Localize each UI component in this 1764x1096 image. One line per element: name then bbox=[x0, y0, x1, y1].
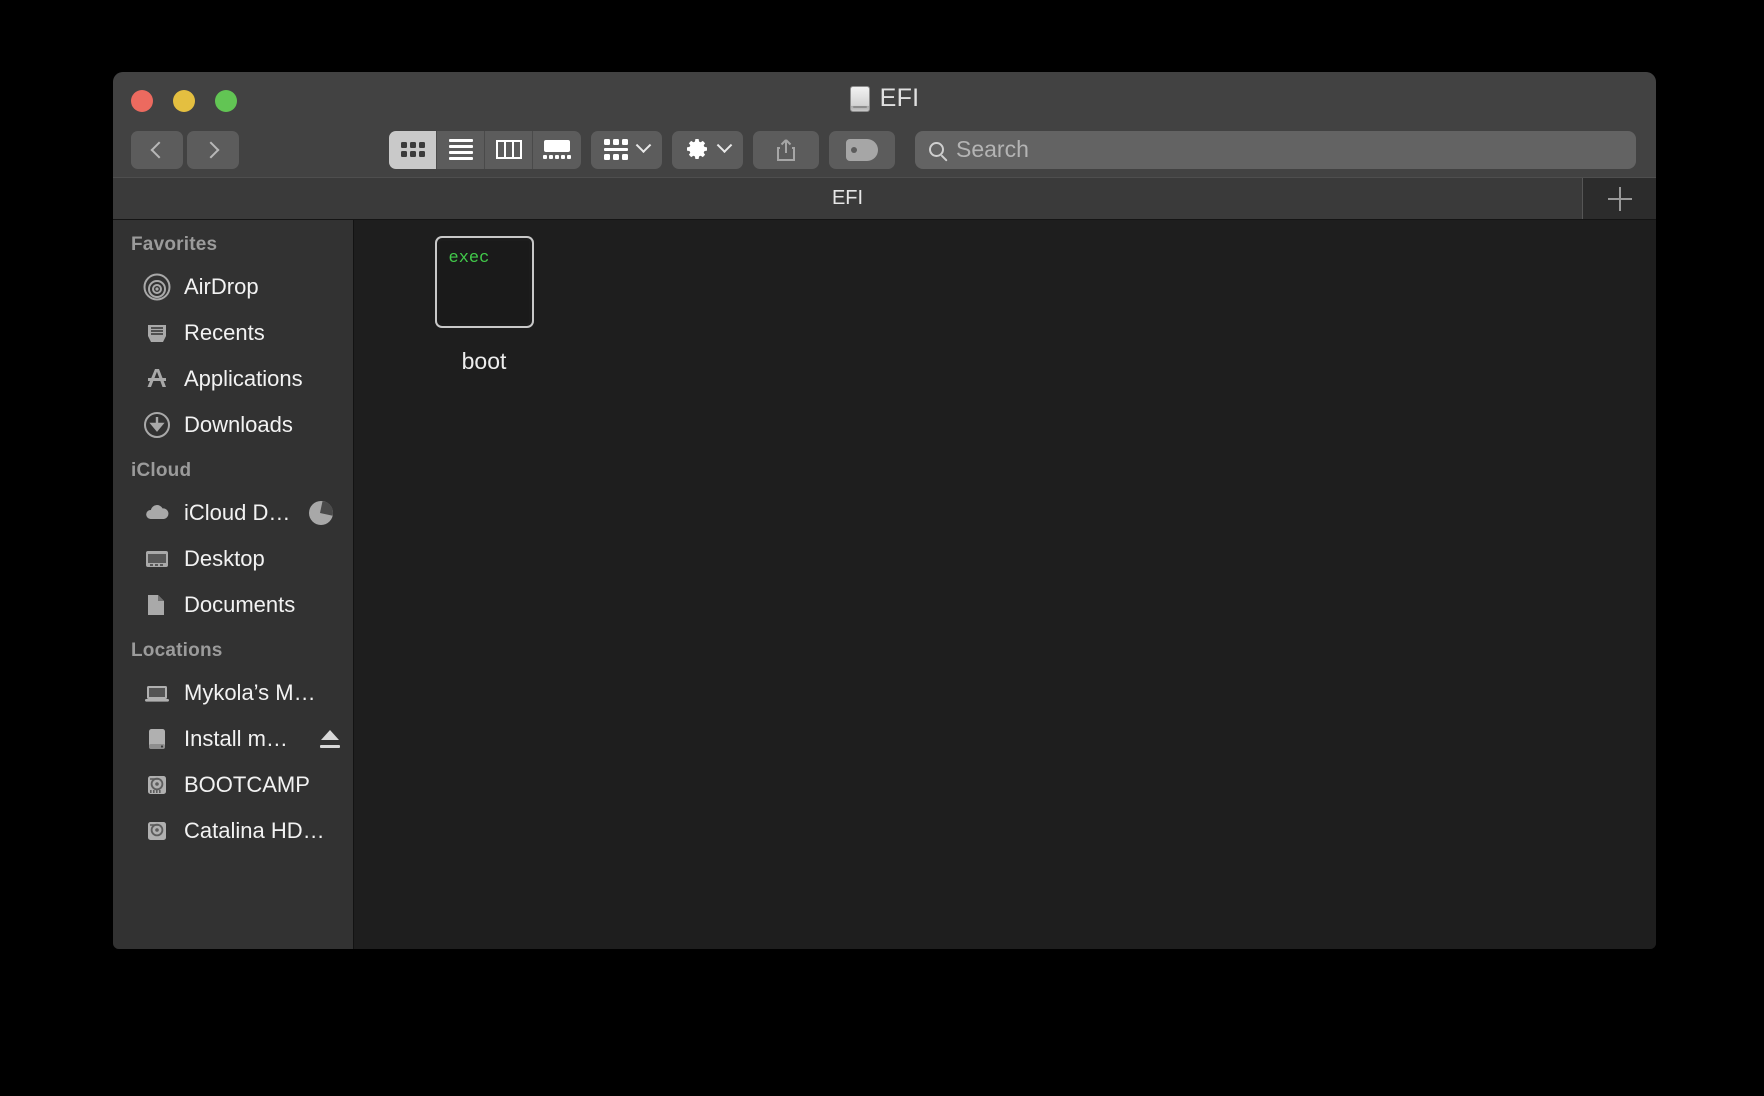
search-field[interactable]: Search bbox=[915, 130, 1636, 169]
share-icon bbox=[777, 138, 795, 161]
sidebar-item-label: Documents bbox=[184, 592, 296, 617]
finder-window: EFI Search EFI Favorites AirDrop Recents… bbox=[113, 72, 1656, 949]
search-input[interactable]: Search bbox=[956, 136, 1029, 163]
sidebar-item-label: Mykola’s M… bbox=[184, 680, 316, 705]
window-title-group: EFI bbox=[113, 84, 1656, 113]
chevron-right-icon bbox=[202, 141, 220, 158]
unix-executable-icon: exec bbox=[436, 238, 532, 326]
gallery-icon bbox=[543, 140, 571, 159]
desktop-icon bbox=[143, 545, 171, 573]
disk-icon bbox=[849, 85, 870, 112]
toolbar: Search bbox=[113, 122, 1656, 177]
sidebar-item-label: Recents bbox=[184, 320, 265, 345]
sidebar-section-icloud-header: iCloud bbox=[131, 460, 192, 481]
column-view-button[interactable] bbox=[485, 130, 533, 169]
sidebar-item-bootcamp[interactable]: BOOTCAMP bbox=[113, 762, 353, 808]
sync-progress-indicator bbox=[309, 501, 334, 525]
gallery-view-button[interactable] bbox=[533, 130, 581, 169]
exec-icon-text: exec bbox=[448, 249, 490, 268]
recents-icon bbox=[143, 319, 171, 347]
gear-icon bbox=[687, 138, 707, 159]
close-window-button[interactable] bbox=[131, 90, 153, 112]
chevron-down-icon bbox=[716, 137, 733, 154]
sidebar-item-label: Applications bbox=[184, 366, 303, 391]
sidebar-section-favorites-header: Favorites bbox=[131, 234, 218, 255]
sidebar-item-catalina-hd[interactable]: Catalina HD… bbox=[113, 808, 353, 854]
window-titlebar[interactable]: EFI bbox=[113, 72, 1656, 122]
back-button[interactable] bbox=[131, 130, 183, 169]
forward-button[interactable] bbox=[187, 130, 239, 169]
sidebar-item-label: Catalina HD… bbox=[184, 818, 325, 843]
sidebar-item-label: Desktop bbox=[184, 546, 265, 571]
file-grid: exec boot bbox=[354, 220, 1656, 949]
laptop-icon bbox=[143, 679, 171, 707]
sidebar-section-locations-header: Locations bbox=[131, 640, 223, 661]
eject-icon[interactable] bbox=[319, 728, 341, 750]
chevron-left-icon bbox=[150, 141, 168, 158]
icloud-icon bbox=[143, 499, 171, 527]
traffic-lights bbox=[131, 90, 237, 112]
sidebar-item-install-macos[interactable]: Install m… bbox=[113, 716, 353, 762]
action-menu-button[interactable] bbox=[672, 130, 743, 169]
maximize-window-button[interactable] bbox=[215, 90, 237, 112]
sidebar-item-recents[interactable]: Recents bbox=[113, 310, 353, 356]
file-item-boot[interactable]: exec boot bbox=[409, 238, 559, 375]
arrange-icon bbox=[604, 139, 628, 160]
sidebar-item-label: iCloud D… bbox=[184, 500, 291, 525]
file-item-label: boot bbox=[461, 348, 507, 374]
search-icon bbox=[929, 142, 944, 157]
share-button[interactable] bbox=[753, 130, 819, 169]
sidebar: Favorites AirDrop Recents Applications D… bbox=[113, 220, 354, 949]
external-disk-icon bbox=[143, 725, 171, 753]
tag-icon bbox=[846, 138, 878, 161]
tab-efi[interactable]: EFI bbox=[113, 178, 1582, 219]
sidebar-item-downloads[interactable]: Downloads bbox=[113, 402, 353, 448]
window-title: EFI bbox=[879, 84, 920, 112]
plus-icon bbox=[1607, 186, 1632, 211]
hard-disk-icon bbox=[143, 771, 171, 799]
sidebar-item-label: Downloads bbox=[184, 412, 293, 437]
new-tab-button[interactable] bbox=[1582, 178, 1656, 219]
hard-disk-icon bbox=[143, 817, 171, 845]
list-icon bbox=[448, 139, 473, 160]
sidebar-item-icloud-drive[interactable]: iCloud D… bbox=[113, 490, 353, 536]
downloads-icon bbox=[143, 411, 171, 439]
arrange-by-button[interactable] bbox=[591, 130, 662, 169]
sidebar-item-label: BOOTCAMP bbox=[184, 772, 310, 797]
sidebar-item-documents[interactable]: Documents bbox=[113, 582, 353, 628]
documents-icon bbox=[143, 591, 171, 619]
sidebar-item-mykolas-macbook[interactable]: Mykola’s M… bbox=[113, 670, 353, 716]
sidebar-item-label: AirDrop bbox=[184, 274, 259, 299]
view-mode-switcher bbox=[389, 130, 581, 169]
sidebar-item-applications[interactable]: Applications bbox=[113, 356, 353, 402]
tag-button[interactable] bbox=[829, 130, 895, 169]
icon-view-button[interactable] bbox=[389, 130, 437, 169]
sidebar-item-airdrop[interactable]: AirDrop bbox=[113, 264, 353, 310]
window-body: Favorites AirDrop Recents Applications D… bbox=[113, 220, 1656, 949]
sidebar-item-desktop[interactable]: Desktop bbox=[113, 536, 353, 582]
columns-icon bbox=[495, 140, 522, 159]
applications-icon bbox=[143, 365, 171, 393]
navigation-buttons bbox=[131, 130, 239, 169]
grid-icon bbox=[400, 142, 425, 157]
airdrop-icon bbox=[143, 273, 171, 301]
sidebar-item-label: Install m… bbox=[184, 726, 288, 751]
tab-bar: EFI bbox=[113, 177, 1656, 220]
chevron-down-icon bbox=[635, 137, 652, 154]
list-view-button[interactable] bbox=[437, 130, 485, 169]
minimize-window-button[interactable] bbox=[173, 90, 195, 112]
